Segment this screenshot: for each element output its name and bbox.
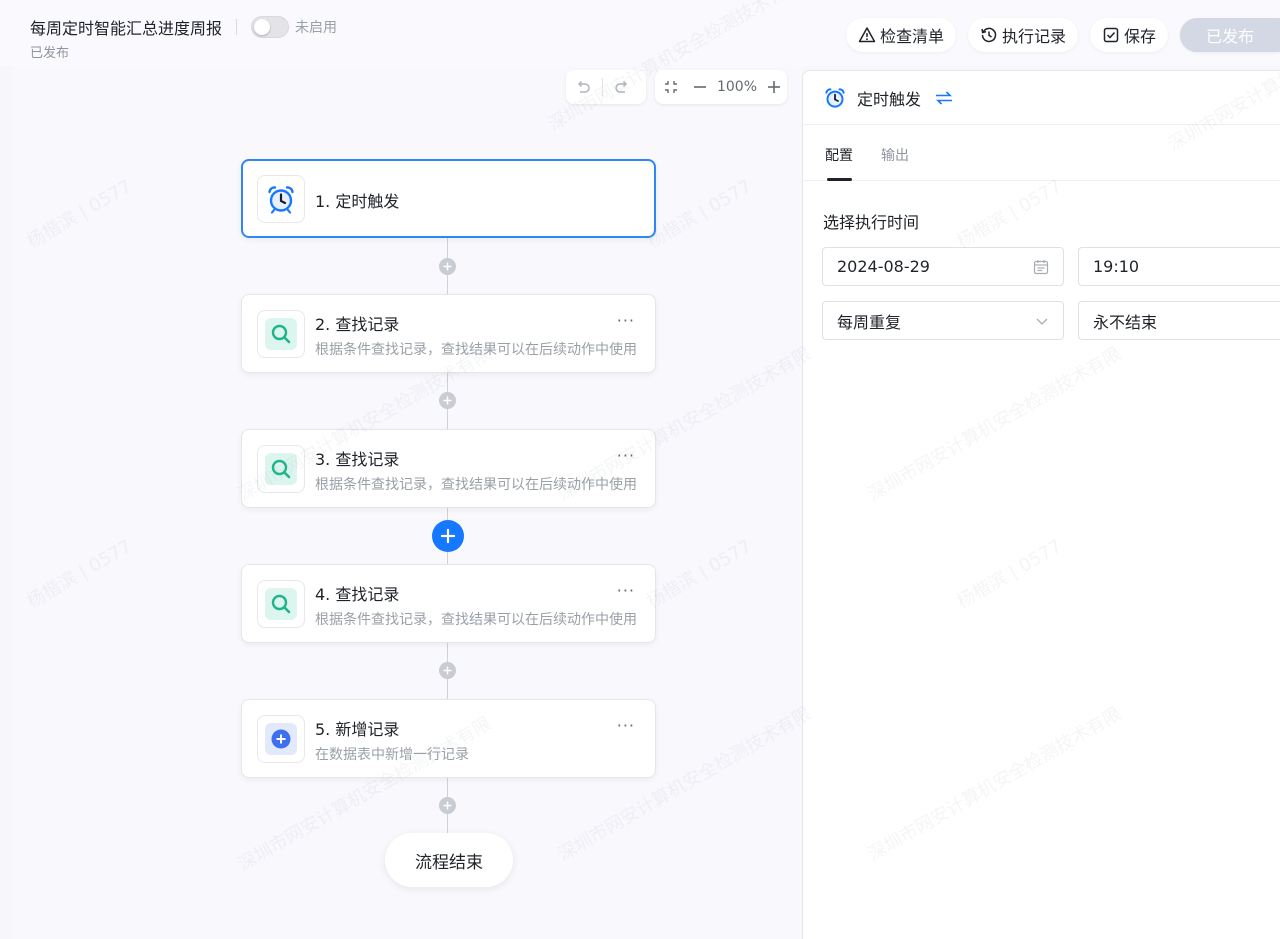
node-description: 根据条件查找记录，查找结果可以在后续动作中使用 — [315, 477, 637, 493]
undo-redo-group — [566, 70, 646, 104]
end-value: 永不结束 — [1093, 312, 1158, 332]
calendar-icon — [1033, 260, 1049, 275]
icon-tile — [265, 453, 297, 485]
node-title: 5. 新增记录 — [315, 720, 400, 739]
add-step-button[interactable] — [439, 392, 456, 409]
more-options-icon[interactable]: ··· — [617, 581, 635, 600]
node-title: 4. 查找记录 — [315, 585, 400, 604]
zoom-out-button[interactable] — [687, 70, 713, 104]
zoom-group: 100% — [655, 70, 787, 104]
title-divider — [236, 19, 238, 35]
title-block: 每周定时智能汇总进度周报 未启用 已发布 — [30, 14, 337, 61]
node-description: 在数据表中新增一行记录 — [315, 747, 469, 763]
icon-tile — [265, 318, 297, 350]
time-picker[interactable]: 19:10 — [1078, 247, 1280, 286]
node-title: 3. 查找记录 — [315, 450, 400, 469]
more-options-icon[interactable]: ··· — [617, 311, 635, 330]
history-button[interactable]: 执行记录 — [967, 18, 1078, 52]
checklist-button[interactable]: 检查清单 — [845, 18, 956, 52]
publish-status: 已发布 — [30, 46, 70, 61]
enable-toggle[interactable] — [251, 16, 290, 38]
alarm-clock-icon — [268, 186, 294, 214]
flow-title[interactable]: 每周定时智能汇总进度周报 — [30, 15, 222, 39]
tab-output[interactable]: 输出 — [881, 125, 909, 180]
save-label: 保存 — [1123, 27, 1156, 46]
node-title: 2. 查找记录 — [315, 315, 400, 334]
zoom-in-button[interactable] — [761, 70, 787, 104]
icon-tile — [265, 588, 297, 620]
add-step-button[interactable] — [439, 662, 456, 679]
minus-icon — [693, 86, 706, 88]
section-label: 选择执行时间 — [823, 213, 920, 232]
date-value: 2024-08-29 — [837, 257, 930, 276]
plus-icon — [443, 666, 452, 675]
flow-node-find-records[interactable]: 3. 查找记录 根据条件查找记录，查找结果可以在后续动作中使用 ··· — [241, 429, 656, 508]
config-panel: 定时触发 配置 输出 选择执行时间 2024-08-29 19:10 每周重复 … — [802, 70, 1280, 939]
toolbar-divider — [602, 78, 603, 96]
panel-tabs: 配置 输出 — [803, 125, 1280, 181]
node-icon-box — [257, 580, 305, 628]
node-icon-box — [257, 175, 305, 223]
flow-node-add-record[interactable]: 5. 新增记录 在数据表中新增一行记录 ··· — [241, 699, 656, 778]
toggle-knob — [254, 19, 271, 35]
warning-icon — [858, 27, 876, 43]
time-value: 19:10 — [1093, 257, 1140, 276]
node-icon-box — [257, 310, 305, 358]
search-icon — [271, 594, 291, 614]
plus-icon — [443, 262, 452, 271]
header-actions: 检查清单 执行记录 保存 已发布 — [845, 18, 1280, 52]
panel-header: 定时触发 — [803, 71, 1280, 125]
fit-screen-button[interactable] — [655, 70, 687, 104]
redo-button[interactable] — [605, 70, 639, 104]
swap-icon[interactable] — [935, 90, 953, 105]
plus-icon — [441, 529, 455, 543]
toggle-label: 未启用 — [295, 20, 338, 36]
zoom-level: 100% — [716, 79, 757, 95]
chevron-down-icon — [1036, 318, 1048, 325]
history-icon — [981, 27, 997, 43]
publish-label: 已发布 — [1206, 27, 1255, 46]
add-step-button-active[interactable] — [432, 520, 464, 552]
repeat-value: 每周重复 — [837, 312, 902, 332]
repeat-select[interactable]: 每周重复 — [822, 301, 1064, 340]
fit-screen-icon — [664, 81, 677, 93]
plus-icon — [443, 801, 452, 810]
end-condition-select[interactable]: 永不结束 — [1078, 301, 1280, 340]
node-description: 根据条件查找记录，查找结果可以在后续动作中使用 — [315, 342, 637, 358]
flow-end-node: 流程结束 — [385, 833, 513, 887]
add-circle-icon — [271, 729, 291, 749]
tab-config[interactable]: 配置 — [825, 125, 853, 181]
search-icon — [271, 459, 291, 479]
node-title: 1. 定时触发 — [315, 192, 400, 211]
date-picker[interactable]: 2024-08-29 — [822, 247, 1064, 286]
panel-title: 定时触发 — [857, 89, 922, 109]
redo-icon — [615, 80, 628, 93]
publish-button[interactable]: 已发布 — [1180, 18, 1280, 52]
more-options-icon[interactable]: ··· — [617, 716, 635, 735]
node-icon-box — [257, 715, 305, 763]
flow-node-trigger[interactable]: 1. 定时触发 — [241, 159, 656, 238]
more-options-icon[interactable]: ··· — [617, 446, 635, 465]
icon-tile — [265, 723, 297, 755]
checklist-label: 检查清单 — [879, 27, 944, 46]
plus-icon — [443, 396, 452, 405]
history-label: 执行记录 — [1001, 27, 1066, 46]
node-description: 根据条件查找记录，查找结果可以在后续动作中使用 — [315, 612, 637, 628]
save-button[interactable]: 保存 — [1089, 18, 1168, 52]
add-step-button[interactable] — [439, 797, 456, 814]
search-icon — [271, 324, 291, 344]
save-check-icon — [1103, 27, 1119, 43]
alarm-clock-icon — [825, 87, 845, 108]
top-header: 每周定时智能汇总进度周报 未启用 已发布 检查清单 执行记录 保存 已发布 — [0, 0, 1280, 66]
title-row: 每周定时智能汇总进度周报 未启用 — [30, 14, 337, 40]
flow-node-find-records[interactable]: 4. 查找记录 根据条件查找记录，查找结果可以在后续动作中使用 ··· — [241, 564, 656, 643]
undo-icon — [577, 80, 590, 93]
plus-icon — [767, 81, 780, 93]
flow-node-find-records[interactable]: 2. 查找记录 根据条件查找记录，查找结果可以在后续动作中使用 ··· — [241, 294, 656, 373]
node-icon-box — [257, 445, 305, 493]
add-step-button[interactable] — [439, 258, 456, 275]
undo-button[interactable] — [566, 70, 600, 104]
